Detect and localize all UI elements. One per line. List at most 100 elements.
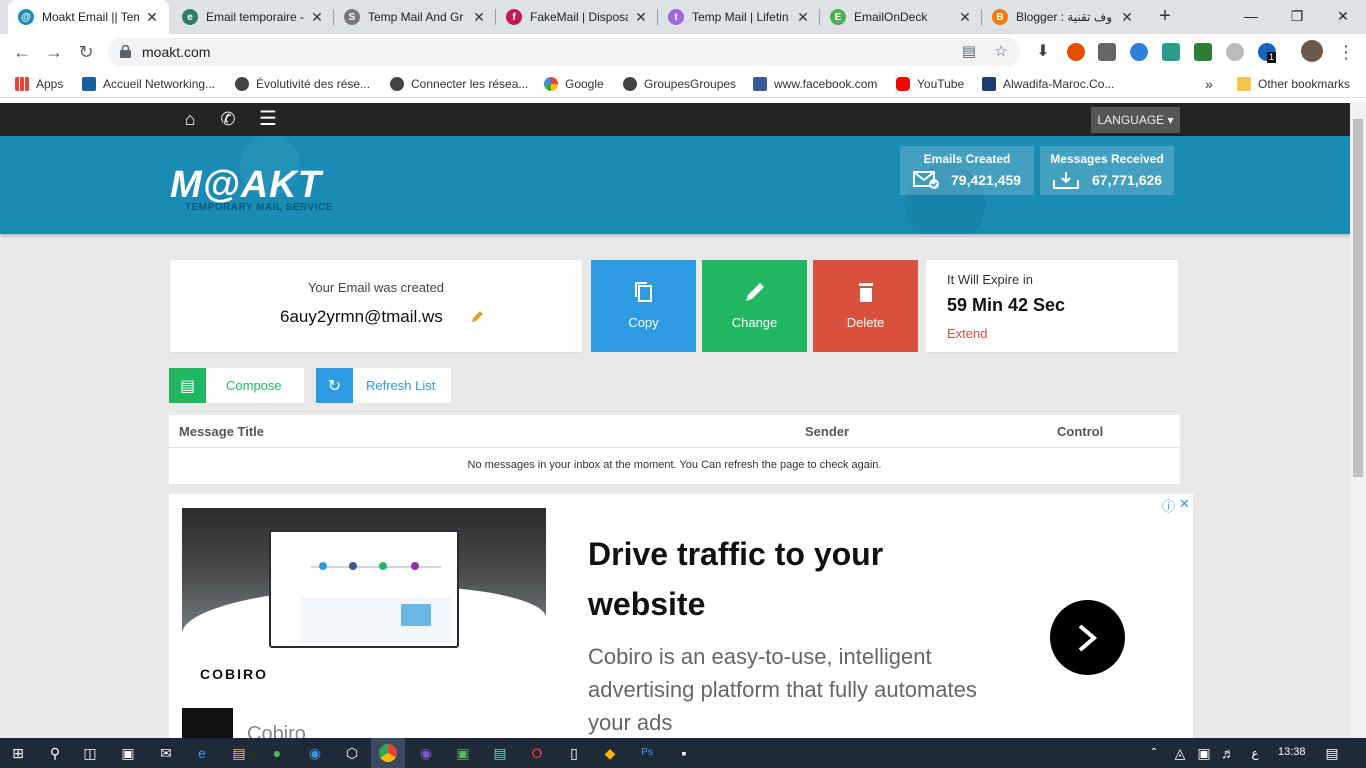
tab-close-icon[interactable]: ✕ [145,9,159,26]
tab-temp-mail-and-gr[interactable]: S Temp Mail And Gr ✕ [334,0,496,34]
opera-icon[interactable]: O [527,743,547,763]
battery-icon[interactable]: ▣ [1194,743,1214,763]
site-logo[interactable]: M@AKT [170,164,322,207]
volume-icon[interactable]: ♬ [1218,743,1238,763]
bookmark-star-icon[interactable]: ☆ [992,43,1010,61]
app-icon[interactable]: ◆ [600,743,620,763]
phone-icon[interactable]: ✆ [210,103,246,136]
email-created-label: Your Email was created [307,280,445,295]
tab-emailondeck[interactable]: E EmailOnDeck ✕ [820,0,982,34]
app-icon[interactable]: ● [267,743,287,763]
address-bar[interactable]: moakt.com ▤ ☆ [108,38,1020,66]
menu-icon[interactable]: ☰ [250,103,286,136]
inbox-download-icon [1053,172,1079,189]
bookmark-alwadifa[interactable]: Alwadifa-Maroc.Co... [982,76,1114,92]
app-icon[interactable]: ◉ [416,743,436,763]
stat-messages-received: Messages Received 67,771,626 [1040,146,1174,195]
back-icon[interactable]: ← [10,40,34,64]
pencil-icon [746,283,764,301]
tab-fakemail[interactable]: f FakeMail | Disposa ✕ [496,0,658,34]
tab-moakt[interactable]: @ Moakt Email || Tem ✕ [8,0,169,34]
download-icon[interactable]: ⬇ [1034,43,1052,61]
app-icon[interactable]: ◉ [305,743,325,763]
tab-close-icon[interactable]: ✕ [796,9,810,26]
notepad-icon[interactable]: ▤ [490,743,510,763]
extension-link-icon[interactable]: 1 [1258,43,1277,63]
tab-blogger[interactable]: B Blogger : وف تقنية ✕ [982,0,1144,34]
file-explorer-icon[interactable]: ▤ [229,743,249,763]
windows-start-icon[interactable]: ⊞ [8,743,28,763]
col-control: Control [1057,424,1104,439]
chrome-icon [379,744,397,762]
language-dropdown[interactable]: LANGUAGE ▾ [1091,107,1180,133]
forward-icon[interactable]: → [42,40,66,64]
profile-avatar[interactable] [1301,40,1323,62]
tab-temp-mail-lifetime[interactable]: t Temp Mail | Lifetin ✕ [658,0,820,34]
mail-check-icon [913,171,939,189]
restore-button[interactable]: ❐ [1274,0,1320,32]
compose-button[interactable]: ▤ Compose [169,368,304,403]
tab-email-temporaire[interactable]: e Email temporaire - ✕ [172,0,334,34]
ad-headline[interactable]: Drive traffic to your website [588,529,948,629]
kebab-menu-icon[interactable]: ⋮ [1334,40,1358,64]
extension-ib-icon[interactable] [1098,43,1116,61]
photoshop-icon[interactable]: Ps [637,743,657,763]
store-icon[interactable]: ▣ [118,743,138,763]
search-icon[interactable]: ⚲ [45,743,65,763]
bookmark-youtube[interactable]: YouTube [896,76,964,92]
email-address[interactable]: 6auy2yrmn@tmail.ws [280,307,443,327]
advertisement[interactable]: COBIRO Cobiro Drive traffic to your webs… [169,494,1193,738]
bookmark-apps[interactable]: Apps [15,76,63,92]
ad-brand-name[interactable]: Cobiro [247,723,306,738]
tab-close-icon[interactable]: ✕ [472,9,486,26]
mail-icon[interactable]: ✉ [156,743,176,763]
tab-close-icon[interactable]: ✕ [1120,9,1134,26]
translate-icon[interactable]: ▤ [960,43,978,61]
extension-help-icon[interactable] [1194,43,1212,61]
other-bookmarks[interactable]: Other bookmarks [1237,76,1350,92]
minimize-button[interactable]: — [1228,0,1274,32]
page-scrollbar[interactable] [1350,103,1366,738]
tab-close-icon[interactable]: ✕ [958,9,972,26]
ad-next-button[interactable] [1050,600,1125,675]
tab-close-icon[interactable]: ✕ [310,9,324,26]
reload-icon[interactable]: ↻ [74,40,98,64]
document-icon[interactable]: ▯ [564,743,584,763]
clock[interactable]: 13:38 [1278,746,1306,758]
bookmark-connecter[interactable]: Connecter les résea... [390,76,528,92]
extend-link[interactable]: Extend [947,326,987,341]
edge-icon[interactable]: e [192,743,212,763]
scroll-thumb[interactable] [1353,119,1363,477]
ad-close-icon[interactable]: ✕ [1179,496,1190,512]
ad-info-icon[interactable]: ⓘ [1162,496,1175,515]
bookmark-google[interactable]: Google [544,76,604,92]
new-tab-button[interactable]: + [1155,5,1175,27]
extension-fire-icon[interactable] [1067,43,1085,61]
bookmarks-overflow-button[interactable]: » [1205,76,1213,92]
app-icon[interactable]: ▣ [453,743,473,763]
bookmark-accueil-networking[interactable]: Accueil Networking... [82,76,215,92]
extension-cloud-icon[interactable] [1226,43,1244,61]
extension-messenger-icon[interactable] [1130,43,1148,61]
bookmark-groupes[interactable]: GroupesGroupes [623,76,736,92]
app-icon[interactable]: ⬡ [342,743,362,763]
change-button[interactable]: Change [702,260,807,352]
task-view-icon[interactable]: ◫ [80,743,100,763]
tab-close-icon[interactable]: ✕ [634,9,648,26]
wifi-icon[interactable]: ◬ [1170,743,1190,763]
bookmark-evolutivite[interactable]: Évolutivité des rése... [235,76,370,92]
home-icon[interactable]: ⌂ [172,103,208,136]
pencil-edit-icon[interactable] [470,309,485,324]
input-language[interactable]: ع [1245,743,1265,763]
extension-s-icon[interactable] [1162,43,1180,61]
close-window-button[interactable]: ✕ [1320,0,1366,32]
refresh-list-button[interactable]: ↻ Refresh List [316,368,451,403]
delete-button[interactable]: Delete [813,260,918,352]
copy-button[interactable]: Copy [591,260,696,352]
bookmark-facebook[interactable]: www.facebook.com [753,76,877,92]
chrome-taskbar-button[interactable] [371,738,405,768]
tray-chevron-icon[interactable]: ˆ [1144,743,1164,763]
notifications-icon[interactable]: ▤ [1322,743,1342,763]
ad-image[interactable] [182,508,546,648]
app-icon[interactable]: ▪ [674,743,694,763]
